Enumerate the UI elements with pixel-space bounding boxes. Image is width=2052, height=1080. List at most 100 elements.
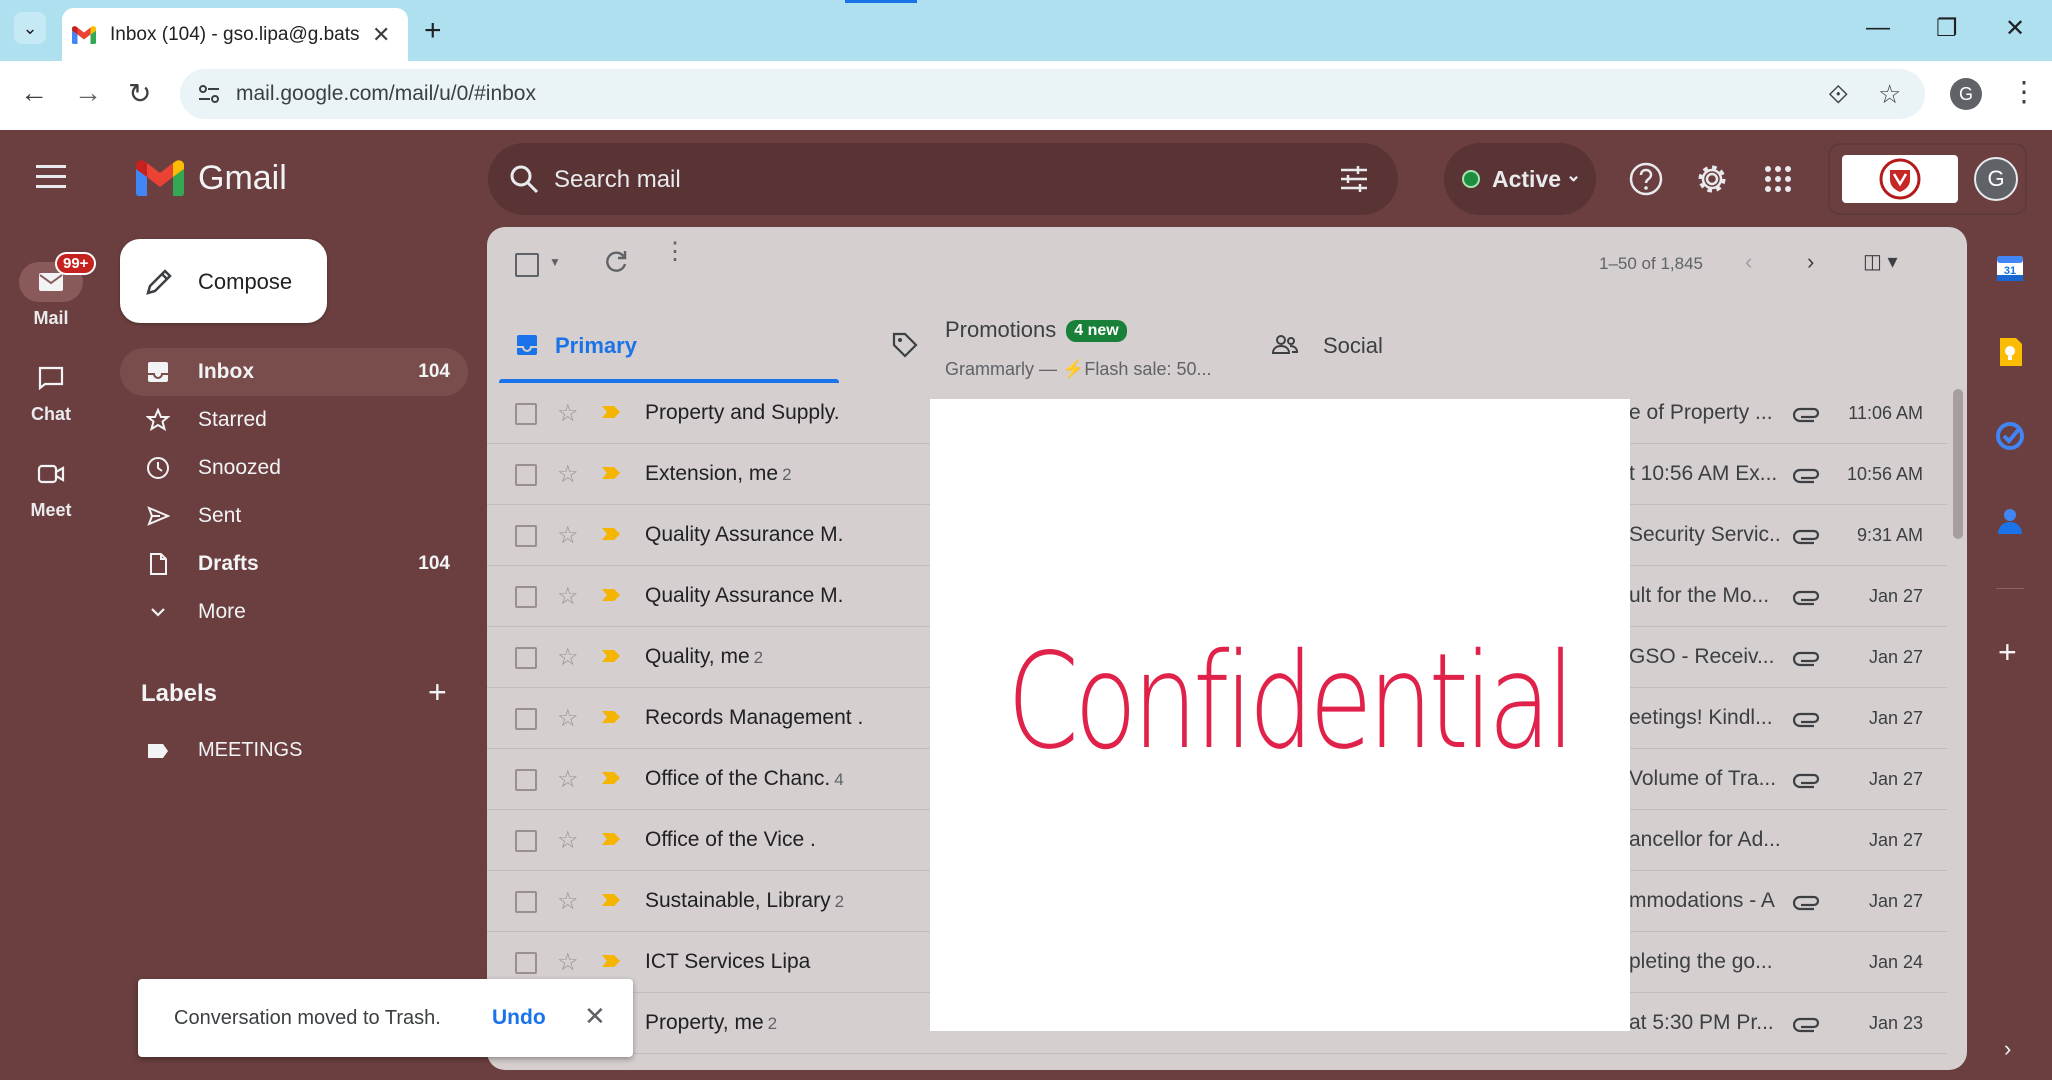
expand-side-panel-icon[interactable]: › <box>2004 1036 2011 1062</box>
row-checkbox[interactable] <box>515 647 537 669</box>
scrollbar-thumb[interactable] <box>1953 389 1963 539</box>
add-label-icon[interactable]: + <box>428 674 447 711</box>
importance-marker-icon[interactable] <box>601 527 621 541</box>
tab-primary[interactable]: Primary <box>499 309 839 385</box>
chevron-down-icon: ⌄ <box>1566 165 1582 185</box>
browser-menu-icon[interactable]: ⋮ <box>2010 75 2038 108</box>
email-snippet: Volume of Tra... <box>1629 767 1777 790</box>
compose-button[interactable]: Compose <box>120 239 327 323</box>
minimize-icon[interactable]: — <box>1866 14 1890 42</box>
nav-item-more[interactable]: More <box>120 588 468 636</box>
rail-chat[interactable]: Chat <box>0 358 102 425</box>
refresh-icon[interactable] <box>603 249 629 275</box>
row-checkbox[interactable] <box>515 708 537 730</box>
back-icon[interactable]: ← <box>20 77 48 109</box>
star-icon[interactable]: ☆ <box>557 582 579 611</box>
status-selector[interactable]: Active ⌄ <box>1444 143 1596 215</box>
importance-marker-icon[interactable] <box>601 466 621 480</box>
split-pane-toggle-icon[interactable]: ◫ ▾ <box>1863 249 1898 274</box>
star-icon[interactable]: ☆ <box>557 521 579 550</box>
select-all-checkbox[interactable] <box>515 253 539 277</box>
email-row[interactable]: ☆OfficeGSD Quality Objectives 2025 - Hi … <box>487 1054 1947 1070</box>
importance-marker-icon[interactable] <box>601 771 621 785</box>
google-apps-icon[interactable] <box>1760 161 1796 197</box>
email-time: 10:56 AM <box>1846 464 1923 484</box>
thread-count: 2 <box>767 1014 778 1033</box>
star-icon[interactable]: ☆ <box>557 460 579 489</box>
forward-icon[interactable]: → <box>74 77 102 109</box>
snackbar-close-icon[interactable]: ✕ <box>584 1001 606 1032</box>
settings-gear-icon[interactable] <box>1694 161 1730 197</box>
more-options-icon[interactable]: ⋮ <box>663 240 687 264</box>
email-time: Jan 27 <box>1868 891 1923 911</box>
keep-icon[interactable] <box>1994 336 2026 368</box>
importance-marker-icon[interactable] <box>601 954 621 968</box>
contacts-icon[interactable] <box>1994 504 2026 536</box>
previous-page-icon[interactable]: ‹ <box>1745 249 1752 275</box>
importance-marker-icon[interactable] <box>601 832 621 846</box>
star-icon[interactable]: ☆ <box>557 826 579 855</box>
browser-tab-inbox[interactable]: Inbox (104) - gso.lipa@g.batstate-u.edu.… <box>62 8 408 61</box>
star-icon[interactable]: ☆ <box>557 765 579 794</box>
row-checkbox[interactable] <box>515 403 537 425</box>
main-menu-icon[interactable] <box>36 165 66 195</box>
scrollbar[interactable] <box>1949 383 1967 1070</box>
row-checkbox[interactable] <box>515 830 537 852</box>
select-options-caret-icon[interactable]: ▼ <box>549 255 561 269</box>
bookmark-star-icon[interactable]: ☆ <box>1878 79 1901 110</box>
address-bar[interactable]: mail.google.com/mail/u/0/#inbox ⟐ ☆ <box>180 69 1925 119</box>
calendar-icon[interactable]: 31 <box>1994 252 2026 284</box>
rail-mail[interactable]: 99+ Mail <box>0 252 102 329</box>
window-close-icon[interactable]: ✕ <box>2005 14 2025 43</box>
search-icon[interactable] <box>508 163 540 195</box>
row-checkbox[interactable] <box>515 769 537 791</box>
account-switcher[interactable]: G <box>1828 143 2027 215</box>
search-input[interactable] <box>552 159 1296 201</box>
restore-icon[interactable]: ❐ <box>1936 14 1958 43</box>
star-icon[interactable]: ☆ <box>557 887 579 916</box>
label-item-meetings[interactable]: MEETINGS <box>120 727 468 775</box>
row-checkbox[interactable] <box>515 586 537 608</box>
row-checkbox[interactable] <box>515 891 537 913</box>
importance-marker-icon[interactable] <box>601 588 621 602</box>
nav-item-sent[interactable]: Sent <box>120 492 468 540</box>
tab-search-button[interactable]: ⌄ <box>14 12 46 44</box>
site-info-icon[interactable] <box>196 81 222 107</box>
importance-marker-icon[interactable] <box>601 710 621 724</box>
rail-meet[interactable]: Meet <box>0 454 102 521</box>
help-icon[interactable] <box>1628 161 1664 197</box>
importance-marker-icon[interactable] <box>601 405 621 419</box>
nav-item-drafts[interactable]: Drafts 104 <box>120 540 468 588</box>
star-icon[interactable]: ☆ <box>557 399 579 428</box>
browser-profile-avatar[interactable]: G <box>1950 78 1982 110</box>
star-icon[interactable]: ☆ <box>557 948 579 977</box>
star-icon[interactable]: ☆ <box>557 643 579 672</box>
get-addons-icon[interactable]: + <box>1998 634 2017 671</box>
account-avatar[interactable]: G <box>1974 157 2018 201</box>
email-snippet: GSO - Receiv... <box>1629 645 1775 668</box>
new-tab-icon[interactable]: + <box>424 14 442 48</box>
tab-social[interactable]: Social <box>1271 309 1571 385</box>
email-sender: Records Management . <box>645 706 863 730</box>
search-options-icon[interactable] <box>1338 163 1370 195</box>
next-page-icon[interactable]: › <box>1807 249 1814 275</box>
star-icon[interactable]: ☆ <box>557 704 579 733</box>
nav-item-snoozed[interactable]: Snoozed <box>120 444 468 492</box>
sender-name: Property and Supply. <box>645 401 840 424</box>
importance-marker-icon[interactable] <box>601 893 621 907</box>
nav-item-starred[interactable]: Starred <box>120 396 468 444</box>
nav-item-inbox[interactable]: Inbox 104 <box>120 348 468 396</box>
importance-marker-icon[interactable] <box>601 649 621 663</box>
row-checkbox[interactable] <box>515 952 537 974</box>
undo-button[interactable]: Undo <box>492 1006 546 1030</box>
tasks-icon[interactable] <box>1994 420 2026 452</box>
attachment-icon <box>1793 773 1820 789</box>
email-time: Jan 27 <box>1868 830 1923 850</box>
tracking-protection-icon[interactable]: ⟐ <box>1828 79 1849 111</box>
row-checkbox[interactable] <box>515 525 537 547</box>
row-checkbox[interactable] <box>515 464 537 486</box>
reload-icon[interactable]: ↻ <box>128 77 151 110</box>
tab-close-icon[interactable]: ✕ <box>372 22 390 48</box>
chevron-down-icon <box>151 608 165 617</box>
search-bar[interactable] <box>488 143 1398 215</box>
